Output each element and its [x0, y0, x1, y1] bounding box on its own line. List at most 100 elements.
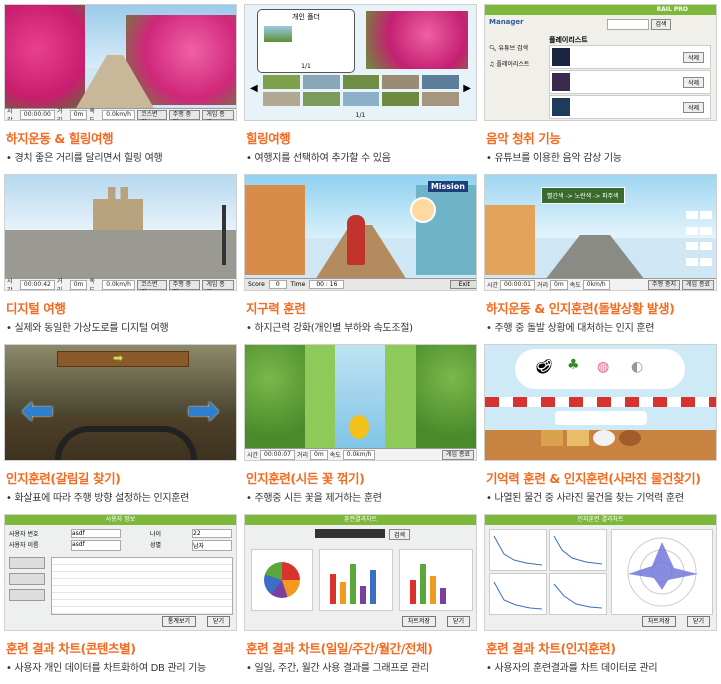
folder-thumbnail[interactable] [264, 26, 292, 42]
feature-card-endurance: Mission Score0 Time00 : 16 Exit 지구력 훈련 하… [244, 174, 478, 344]
trees-left [245, 345, 305, 455]
thumbnail[interactable] [382, 75, 420, 89]
thumbnail[interactable] [263, 75, 300, 89]
end-game-button[interactable]: 게임 종료 [202, 109, 234, 120]
card-desc: 화살표에 따라 주행 방향 설정하는 인지훈련 [6, 489, 189, 504]
screenshot-emergency-game: 빨간색 -> 노란색 -> 파주색 시간 00:00:01 거리 0m 속도 0km/… [484, 174, 717, 291]
thumbnail[interactable] [422, 92, 459, 106]
destination-thumbnails [263, 75, 459, 106]
end-game-button[interactable]: 게임 종료 [202, 279, 234, 290]
preview-image [366, 11, 468, 69]
delete-button[interactable]: 삭제 [682, 52, 704, 63]
item-row [541, 430, 661, 446]
user-info-form: 사용자 번호 asdf 나이 22 사용자 이름 asdf 성별 남자 [9, 529, 232, 551]
user-id-value[interactable]: asdf [71, 529, 121, 538]
line-chart [493, 535, 543, 566]
window-title: 인지훈련 결과차트 [485, 515, 716, 525]
left-arrow-icon: ⬅ [21, 388, 55, 434]
next-arrow-icon[interactable]: ▶ [463, 83, 471, 94]
card-desc: 나열된 물건 중 사라진 물건을 찾는 기억력 훈련 [486, 489, 684, 504]
right-arrow-icon: ➡ [186, 388, 220, 434]
search-icon: 🔍︎ [489, 45, 497, 52]
playlist-row[interactable]: 삭제 [549, 45, 711, 69]
close-button[interactable]: 닫기 [206, 616, 230, 627]
stop-ride-button[interactable]: 주행 중지 [648, 279, 680, 290]
feature-card-memory: 🥩︎ ♣ ◍ ◐ 기억력 훈련 & 인지훈련(사라진 물건찾기) 나열된 물건 … [484, 344, 718, 514]
street-lamp [222, 205, 226, 265]
brand-logo: RAIL PRO [656, 6, 688, 13]
instruction-sign: 빨간색 -> 노란색 -> 파주색 [541, 187, 625, 204]
feature-card-digital-travel: 시간00:00:42 거리0m 속도0.0km/h 코스변경 주행 중지 게임 … [4, 174, 238, 344]
stop-ride-button[interactable]: 주행 중지 [168, 279, 201, 290]
stall-awning [485, 397, 716, 407]
user-name-value[interactable]: asdf [71, 540, 121, 551]
user-name-label: 사용자 이름 [9, 542, 39, 549]
card-title: 인지훈련(시든 꽃 꺾기) [246, 471, 365, 486]
user-id-label: 사용자 번호 [9, 531, 39, 538]
save-chart-button[interactable]: 차트저장 [401, 616, 436, 627]
ride-hud: 시간 00:00:00 거리 0m 속도 0.0km/h 코스변경 주행 중지 게임 … [5, 108, 236, 120]
item-icon: 🥩︎ [535, 359, 553, 375]
item-icon: ◐ [631, 359, 644, 375]
card-desc: 사용자의 훈련결과를 차트 데이터로 관리 [486, 659, 657, 674]
feature-card-leg-exercise-healing: 시간 00:00:00 거리 0m 속도 0.0km/h 코스변경 주행 중지 게임 … [4, 4, 238, 174]
playlist-menu[interactable]: ♫ 플레이리스트 [489, 59, 529, 68]
music-icon: ♫ [489, 61, 495, 68]
line-chart [553, 535, 603, 565]
search-button[interactable]: 검색 [389, 529, 411, 540]
ride-hud: 시간00:00:42 거리0m 속도0.0km/h 코스변경 주행 중지 게임 … [5, 278, 236, 290]
period-selector[interactable] [315, 529, 385, 538]
end-game-button[interactable]: 게임 종료 [442, 449, 474, 460]
card-title: 인지훈련(갈림길 찾기) [6, 471, 121, 486]
prev-arrow-icon[interactable]: ◀ [250, 83, 258, 94]
thumbnail[interactable] [342, 75, 380, 89]
card-desc: 경치 좋은 거리를 달리면서 힐링 여행 [6, 149, 162, 164]
search-button[interactable]: 검색 [651, 19, 671, 30]
line-chart [493, 581, 543, 610]
playlist-row[interactable]: 삭제 [549, 95, 711, 119]
feature-card-chart-content: 사용자 정보 사용자 번호 asdf 나이 22 사용자 이름 asdf 성별 남자 통계보… [4, 514, 238, 684]
card-title: 디지털 여행 [6, 301, 66, 316]
change-course-button[interactable]: 코스변경 [136, 109, 167, 120]
close-button[interactable]: 닫기 [686, 616, 710, 627]
close-button[interactable]: 닫기 [446, 616, 470, 627]
youtube-search-menu[interactable]: 🔍︎ 유튜브 검색 [489, 43, 528, 52]
change-course-button[interactable]: 코스변경 [136, 279, 167, 290]
card-title: 훈련 결과 차트(콘텐츠별) [6, 641, 136, 656]
distance-value: 0m [69, 109, 88, 120]
window-title: 사용자 정보 [5, 515, 236, 525]
thumbnail[interactable] [263, 92, 300, 106]
thumbnail-page: 1/1 [355, 112, 366, 119]
thumbnail[interactable] [302, 75, 340, 89]
playlist-row[interactable]: 삭제 [549, 70, 711, 94]
end-game-button[interactable]: 게임 종료 [682, 279, 714, 290]
broccoli-icon: ♣ [567, 357, 580, 373]
thumbnail[interactable] [382, 92, 420, 106]
line-chart [553, 583, 603, 609]
feature-card-crossroad: ➡ ⬅ ➡ 인지훈련(갈림길 찾기) 화살표에 따라 주행 방향 설정하는 인지… [4, 344, 238, 514]
gender-label: 성별 [150, 542, 162, 549]
delete-button[interactable]: 삭제 [682, 77, 704, 88]
age-value[interactable]: 22 [192, 529, 232, 538]
mission-badge: Mission [427, 181, 468, 192]
save-chart-button[interactable]: 차트저장 [641, 616, 676, 627]
time-value: 00:00:00 [19, 109, 55, 120]
gender-value[interactable]: 남자 [192, 540, 232, 551]
card-desc: 사용자 개인 데이터를 차트화하여 DB 관리 기능 [6, 659, 206, 674]
screenshot-travel-folder: 개인 폴더 1/1 ◀ ▶ 1/1 [244, 4, 477, 121]
thumbnail[interactable] [302, 92, 340, 106]
thumbnail[interactable] [422, 75, 459, 89]
pie-chart [264, 562, 300, 598]
exit-button[interactable]: Exit [449, 280, 476, 289]
search-input[interactable] [607, 19, 649, 30]
data-table [51, 557, 233, 615]
stop-ride-button[interactable]: 주행 중지 [168, 109, 201, 120]
line-chart-panel [489, 529, 547, 571]
thumbnail[interactable] [342, 92, 380, 106]
card-title: 음악 청취 기능 [486, 131, 561, 146]
statistics-button[interactable]: 통계보기 [161, 616, 196, 627]
feature-card-chart-cognitive: 인지훈련 결과차트 차트저장 닫기 훈련 결과 차트(인지훈련) • 사용자의 … [484, 514, 718, 684]
playlist-header: 플레이리스트 [549, 36, 588, 44]
delete-button[interactable]: 삭제 [682, 102, 704, 113]
folder-title: 개인 폴더 [292, 13, 320, 21]
